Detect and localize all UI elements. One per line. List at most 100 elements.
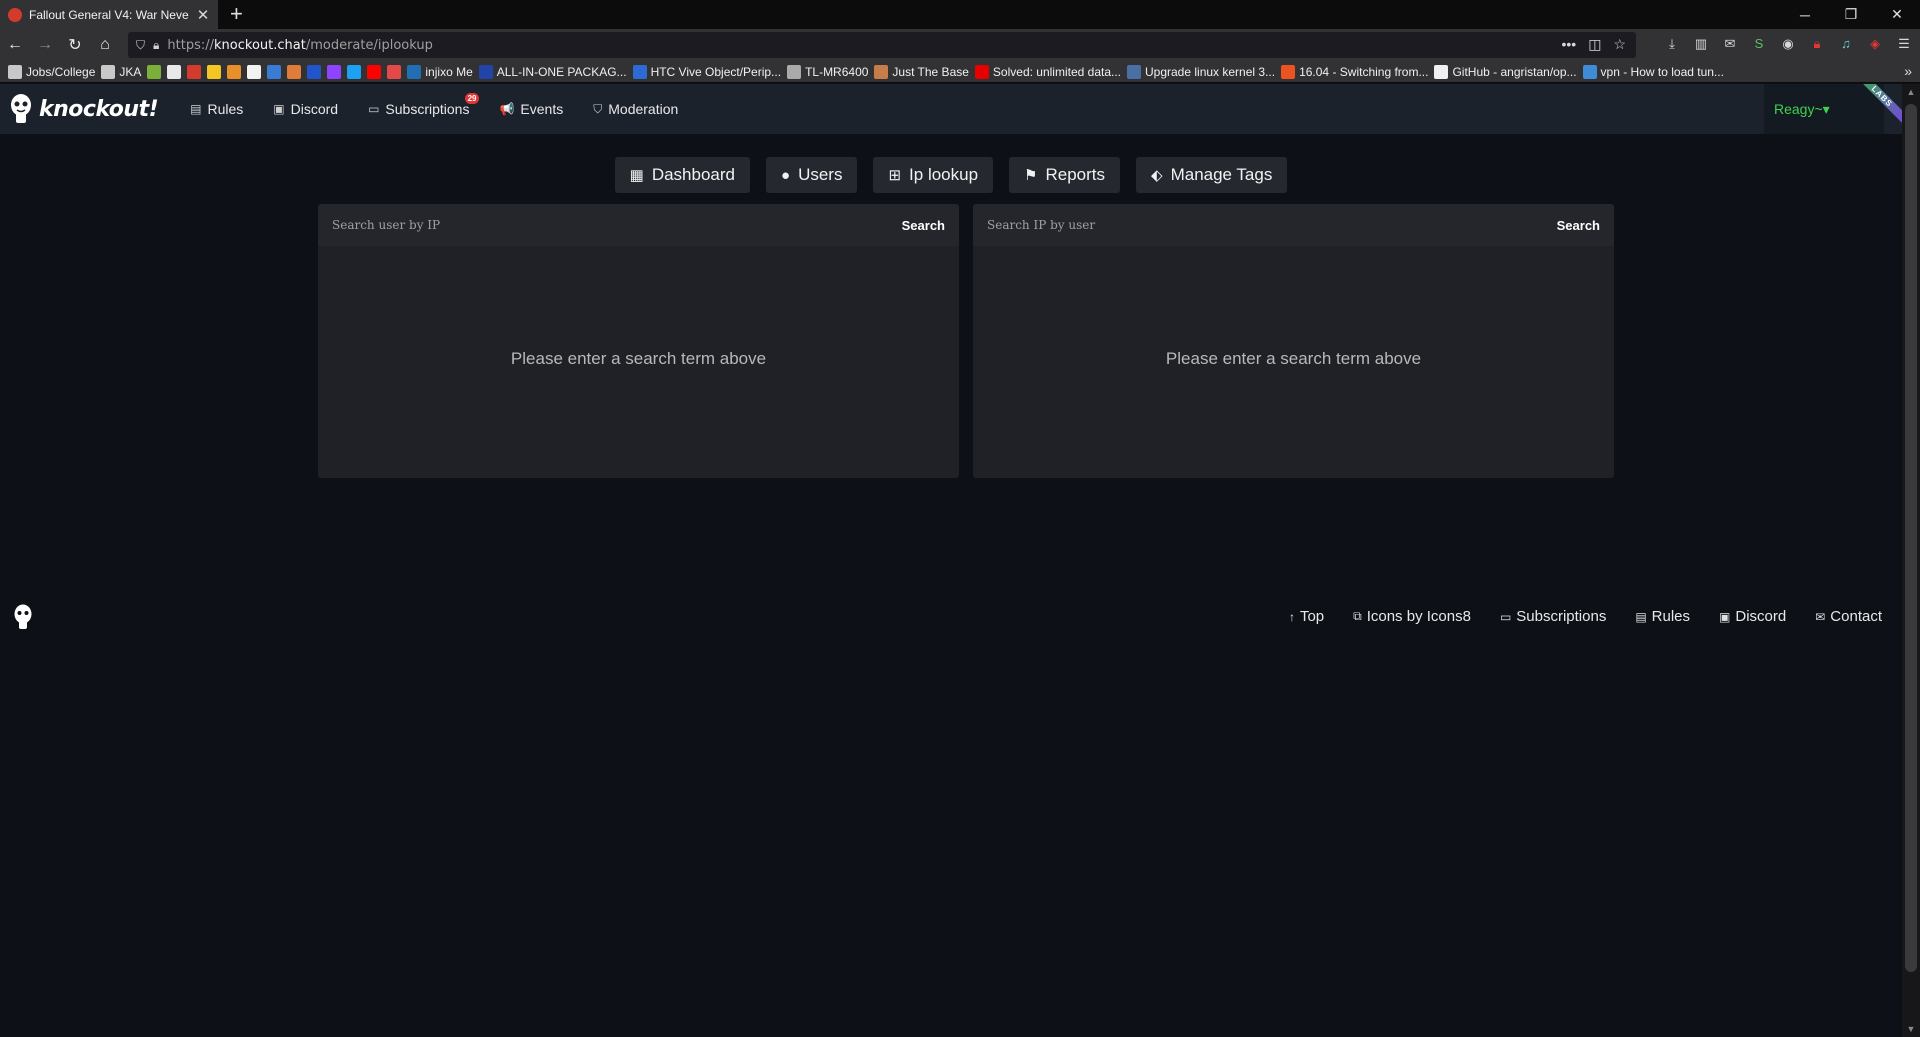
labs-ribbon: LABS xyxy=(1862,84,1902,124)
close-tab-icon[interactable]: ✕ xyxy=(196,6,210,24)
browser-tab[interactable]: Fallout General V4: War Never C ✕ xyxy=(0,0,218,29)
nav-label: Moderation xyxy=(608,101,679,117)
bookmark-item[interactable]: ALL-IN-ONE PACKAG... xyxy=(478,64,627,79)
bookmark-item[interactable] xyxy=(247,64,262,79)
notification-badge: 29 xyxy=(464,93,480,104)
footer-logo-icon[interactable] xyxy=(12,603,34,631)
bookmark-label: GitHub - angristan/op... xyxy=(1452,64,1577,79)
bookmark-label: Upgrade linux kernel 3... xyxy=(1145,64,1276,79)
bookmark-item[interactable]: HTC Vive Object/Perip... xyxy=(632,64,781,79)
folder-icon xyxy=(8,64,22,79)
site-logo[interactable]: knockout! xyxy=(0,92,159,126)
bookmark-item[interactable]: GitHub - angristan/op... xyxy=(1434,64,1577,79)
bookmark-favicon-icon xyxy=(1127,64,1141,79)
shield-icon[interactable]: ⛉ xyxy=(136,38,145,53)
tab-manage-tags[interactable]: ⬖ Manage Tags xyxy=(1136,157,1288,193)
footer-link-top[interactable]: ↑ Top xyxy=(1289,608,1324,625)
bookmark-item[interactable] xyxy=(167,64,182,79)
bookmark-item[interactable]: injixo Me xyxy=(407,64,473,79)
mail-icon[interactable]: ✉ xyxy=(1722,36,1738,52)
url-text[interactable]: https://knockout.chat/moderate/iplookup xyxy=(167,38,432,53)
page-scrollbar[interactable]: ▲ ▼ xyxy=(1902,84,1920,1037)
search-ip-by-user-button[interactable]: Search xyxy=(1557,218,1600,233)
bookmark-item[interactable]: Jobs/College xyxy=(8,64,95,79)
footer-link-label: Icons by Icons8 xyxy=(1366,608,1471,625)
bookmark-item[interactable] xyxy=(367,64,382,79)
search-user-by-ip-input[interactable] xyxy=(332,218,852,232)
tab-dashboard[interactable]: ▦ Dashboard xyxy=(614,157,750,193)
extension-icon[interactable]: ◈ xyxy=(1867,36,1883,52)
back-icon[interactable]: ← xyxy=(0,36,30,54)
tab-label: Manage Tags xyxy=(1170,165,1273,184)
bookmark-item[interactable] xyxy=(267,64,282,79)
menu-icon[interactable]: ☰ xyxy=(1896,36,1912,52)
bookmark-item[interactable] xyxy=(287,64,302,79)
scroll-thumb[interactable] xyxy=(1905,104,1917,972)
search-ip-by-user-input[interactable] xyxy=(987,218,1507,232)
nav-link-events[interactable]: 📢 Events xyxy=(499,101,563,117)
restore-icon[interactable]: ❐ xyxy=(1828,0,1874,29)
browser-tab-bar: Fallout General V4: War Never C ✕ + ─ ❐ … xyxy=(0,0,1920,29)
nav-link-discord[interactable]: ▣ Discord xyxy=(273,101,338,117)
forward-icon[interactable]: → xyxy=(30,36,60,54)
scroll-down-icon[interactable]: ▼ xyxy=(1902,1024,1920,1034)
bookmark-item[interactable] xyxy=(187,64,202,79)
bookmark-favicon-icon xyxy=(1582,64,1597,79)
tab-users[interactable]: ● Users xyxy=(766,157,858,193)
bookmark-label: ALL-IN-ONE PACKAG... xyxy=(496,64,627,79)
nav-link-subscriptions[interactable]: ▭ Subscriptions 29 xyxy=(368,93,480,117)
bookmark-favicon-icon xyxy=(1434,64,1449,79)
extension-icon[interactable]: ◉ xyxy=(1780,36,1796,52)
scroll-up-icon[interactable]: ▲ xyxy=(1902,87,1920,97)
moderation-tabs: ▦ Dashboard ● Users ⊞ Ip lookup ⚑ Reports ⬖ Manag… xyxy=(0,157,1920,193)
bookmark-item[interactable] xyxy=(207,64,222,79)
minimize-icon[interactable]: ─ xyxy=(1782,0,1828,29)
bookmark-item[interactable] xyxy=(347,64,362,79)
bookmark-label: JKA xyxy=(119,64,142,79)
footer-link-rules[interactable]: ▤ Rules xyxy=(1635,608,1690,625)
bookmark-item[interactable] xyxy=(307,64,322,79)
home-icon[interactable]: ⌂ xyxy=(90,36,120,54)
tab-reports[interactable]: ⚑ Reports xyxy=(1009,157,1121,193)
tab-ip-lookup[interactable]: ⊞ Ip lookup xyxy=(873,157,994,193)
nav-link-rules[interactable]: ▤ Rules xyxy=(190,101,243,117)
bookmark-item[interactable] xyxy=(147,64,162,79)
close-window-icon[interactable]: ✕ xyxy=(1874,0,1920,29)
extension-lock-icon[interactable]: 🔒︎ xyxy=(1809,36,1825,52)
bookmark-item[interactable] xyxy=(387,64,402,79)
sidebar-icon[interactable]: ▥ xyxy=(1693,36,1709,52)
extension-music-icon[interactable]: ♫ xyxy=(1838,36,1854,52)
discord-icon: ▣ xyxy=(273,102,285,116)
flag-icon: ⚑ xyxy=(1024,167,1038,184)
new-tab-button[interactable]: + xyxy=(230,3,243,25)
bookmarks-overflow-icon[interactable]: » xyxy=(1904,63,1912,79)
page-actions-icon[interactable]: ••• xyxy=(1561,36,1576,53)
bookmark-item[interactable] xyxy=(327,64,342,79)
footer-link-label: Discord xyxy=(1735,608,1787,625)
footer-link-contact[interactable]: ✉ Contact xyxy=(1815,608,1882,625)
lock-icon[interactable]: 🔒︎ xyxy=(153,38,159,53)
bookmark-item[interactable]: TL-MR6400 xyxy=(787,64,868,79)
reload-icon[interactable]: ↻ xyxy=(60,35,90,55)
bookmark-item[interactable] xyxy=(227,64,242,79)
url-bar[interactable]: ⛉ 🔒︎ https://knockout.chat/moderate/iplo… xyxy=(128,32,1636,58)
bookmark-item[interactable]: JKA xyxy=(101,64,142,79)
footer-link-label: Top xyxy=(1299,608,1325,625)
folder-icon xyxy=(101,64,116,79)
bookmark-item[interactable]: Just The Base xyxy=(874,64,969,79)
footer-link-subscriptions[interactable]: ▭ Subscriptions xyxy=(1500,608,1606,625)
bookmark-item[interactable]: Solved: unlimited data... xyxy=(974,64,1121,79)
bookmark-star-icon[interactable]: ☆ xyxy=(1613,36,1626,53)
footer-link-discord[interactable]: ▣ Discord xyxy=(1719,608,1786,625)
bookmark-item[interactable]: vpn - How to load tun... xyxy=(1582,64,1724,79)
nav-link-moderation[interactable]: ⛉ Moderation xyxy=(593,101,678,117)
bookmark-item[interactable]: Upgrade linux kernel 3... xyxy=(1127,64,1276,79)
download-icon[interactable]: ⤓ xyxy=(1664,36,1680,52)
footer-link-label: Contact xyxy=(1830,608,1882,625)
search-user-by-ip-button[interactable]: Search xyxy=(902,218,945,233)
footer-link-icons8[interactable]: ⧉ Icons by Icons8 xyxy=(1353,608,1471,625)
bookmark-favicon-icon xyxy=(974,64,989,79)
extension-icon[interactable]: S xyxy=(1751,36,1767,52)
bookmark-item[interactable]: 16.04 - Switching from... xyxy=(1281,64,1428,79)
pocket-icon[interactable]: ◫ xyxy=(1588,36,1601,53)
